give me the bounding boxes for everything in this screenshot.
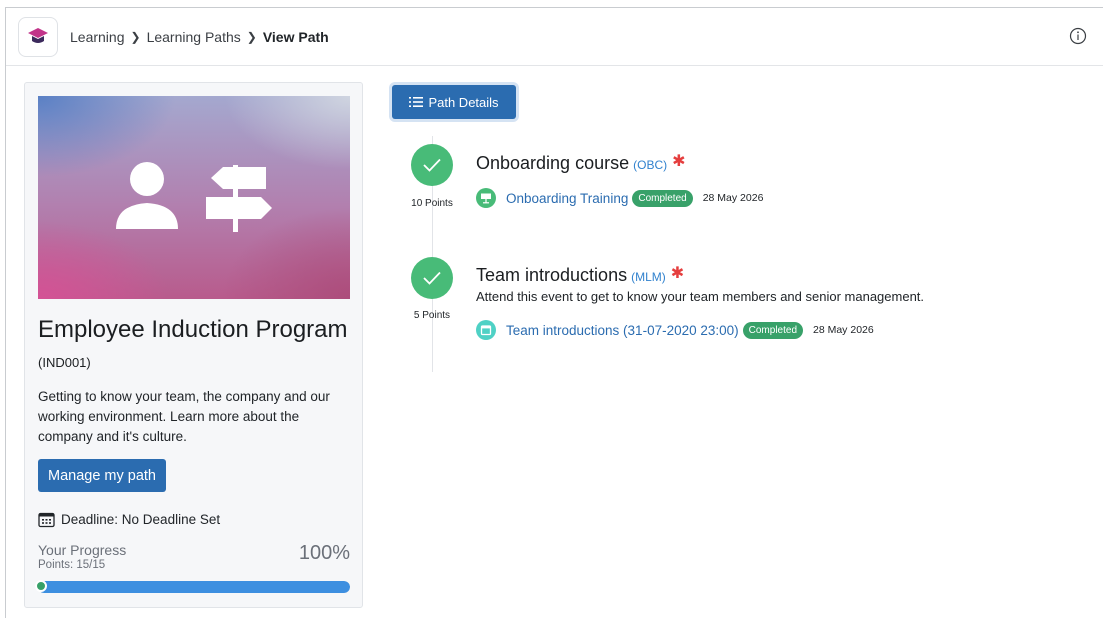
- step-title-text: Onboarding course: [476, 153, 630, 173]
- path-summary-card: Employee Induction Program (IND001) Gett…: [24, 82, 363, 608]
- path-code: (IND001): [38, 355, 91, 370]
- step-title-text: Team introductions: [476, 265, 628, 285]
- progress-percent: 100%: [298, 542, 350, 564]
- progress-bar: [38, 581, 350, 593]
- path-details-label: Path Details: [428, 94, 499, 110]
- step-description: Attend this event to get to know your te…: [476, 289, 925, 304]
- step-points: 10 Points: [411, 198, 453, 209]
- breadcrumb-learning[interactable]: Learning: [70, 29, 125, 45]
- step-code: (OBC): [633, 158, 668, 172]
- breadcrumb: Learning ❯ Learning Paths ❯ View Path: [70, 29, 329, 45]
- path-title: Employee Induction Program (IND001): [38, 315, 350, 378]
- progress-fill: [38, 581, 350, 593]
- step-complete-check: [411, 144, 453, 186]
- step-title: Team introductions (MLM) ✱: [476, 265, 684, 286]
- chevron-right-icon: ❯: [130, 30, 141, 44]
- list-icon: [409, 97, 424, 107]
- calendar-icon: [38, 512, 55, 528]
- item-link[interactable]: Team introductions (31-07-2020 23:00): [506, 323, 739, 338]
- status-badge: Completed: [632, 189, 693, 207]
- info-icon[interactable]: [1069, 27, 1087, 45]
- path-description: Getting to know your team, the company a…: [38, 389, 330, 444]
- required-icon: ✱: [672, 153, 686, 170]
- progress-marker: [35, 580, 47, 592]
- app-logo[interactable]: [18, 17, 58, 57]
- progress-points: Points: 15/15: [38, 559, 106, 571]
- path-details-button[interactable]: Path Details: [392, 85, 516, 119]
- completion-date: 28 May 2026: [813, 324, 874, 336]
- status-badge: Completed: [742, 321, 803, 339]
- step-item: Onboarding Training Completed 28 May 202…: [476, 188, 763, 208]
- breadcrumb-learning-paths[interactable]: Learning Paths: [147, 29, 241, 45]
- step-title: Onboarding course (OBC) ✱: [476, 153, 686, 174]
- step-code: (MLM): [631, 270, 666, 284]
- check-icon: [423, 158, 441, 172]
- check-icon: [423, 271, 441, 285]
- top-bar: Learning ❯ Learning Paths ❯ View Path: [6, 8, 1103, 66]
- deadline-text: Deadline: No Deadline Set: [61, 512, 221, 527]
- deadline-info: Deadline: No Deadline Set: [38, 511, 220, 528]
- step-points: 5 Points: [413, 310, 451, 321]
- calendar-icon: [476, 320, 496, 340]
- person-signpost-icon: [116, 162, 272, 232]
- required-icon: ✱: [670, 265, 685, 282]
- progress-label: Your Progress: [38, 542, 127, 558]
- manage-path-button[interactable]: Manage my path: [38, 459, 166, 492]
- app-window: Learning ❯ Learning Paths ❯ View Path Em…: [5, 7, 1103, 618]
- completion-date: 28 May 2026: [702, 192, 764, 204]
- item-link[interactable]: Onboarding Training: [506, 191, 628, 206]
- path-title-text: Employee Induction Program: [38, 316, 348, 343]
- step-complete-check: [411, 257, 453, 299]
- graduation-cap-icon: [28, 28, 48, 43]
- path-banner-image: [38, 96, 350, 299]
- presentation-icon: [476, 188, 496, 208]
- chevron-right-icon: ❯: [246, 30, 257, 44]
- step-item: Team introductions (31-07-2020 23:00) Co…: [476, 320, 874, 340]
- breadcrumb-current: View Path: [262, 29, 329, 45]
